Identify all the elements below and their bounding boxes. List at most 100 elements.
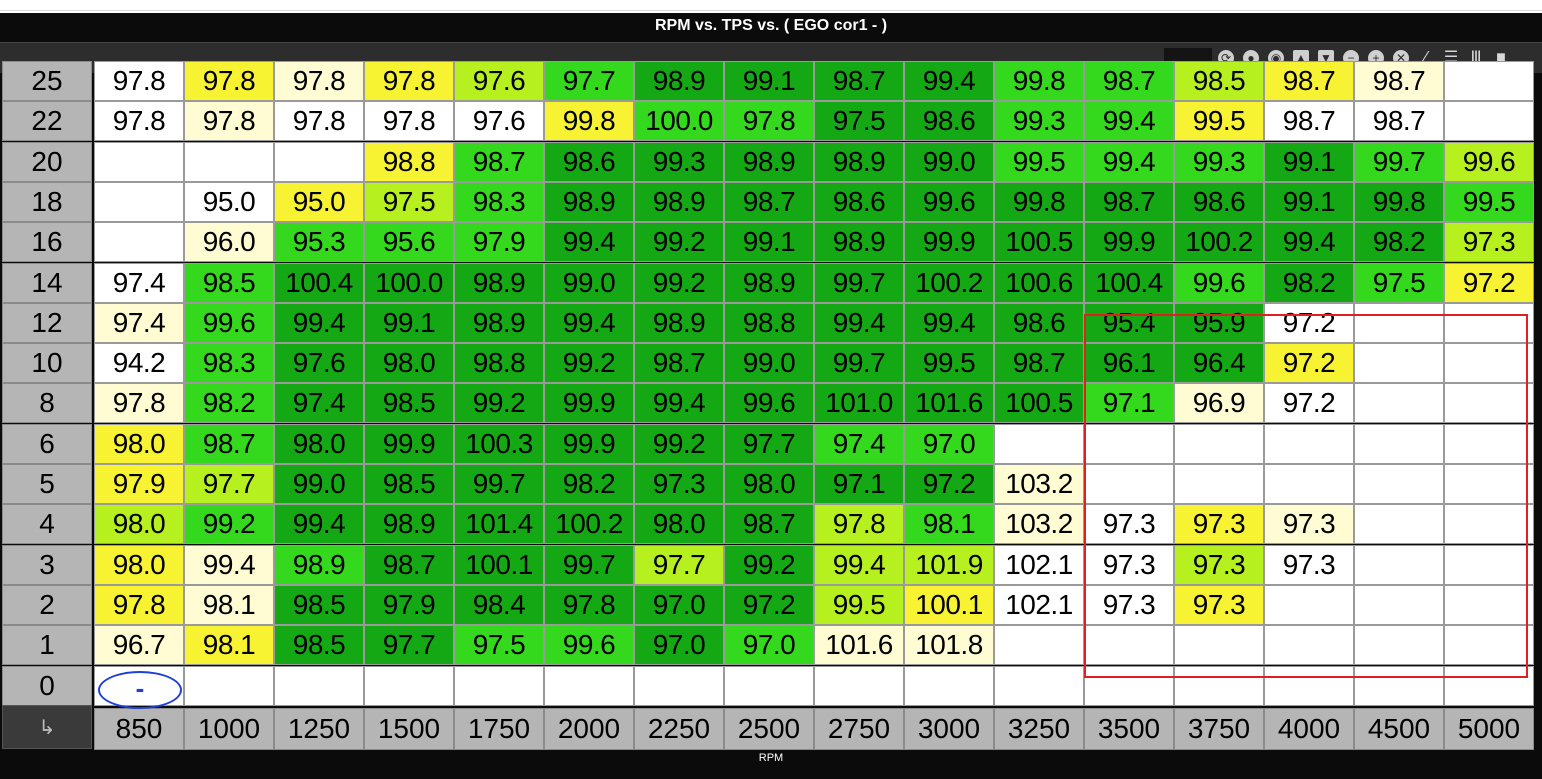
table-cell[interactable]: 99.5: [1174, 101, 1264, 142]
table-cell[interactable]: 97.2: [724, 584, 814, 625]
table-cell[interactable]: 99.4: [1264, 222, 1354, 263]
table-cell[interactable]: [1264, 665, 1354, 706]
table-cell[interactable]: [1354, 584, 1444, 625]
table-cell[interactable]: 98.8: [724, 302, 814, 343]
table-cell[interactable]: 97.6: [454, 101, 544, 142]
table-cell[interactable]: 99.4: [814, 302, 904, 343]
table-cell[interactable]: 98.0: [94, 544, 184, 585]
table-cell[interactable]: 99.8: [994, 181, 1084, 222]
table-cell[interactable]: 99.2: [184, 504, 274, 545]
table-cell[interactable]: 101.9: [904, 544, 994, 585]
table-cell[interactable]: 97.8: [184, 101, 274, 142]
table-cell[interactable]: 98.7: [634, 343, 724, 384]
table-cell[interactable]: 97.7: [364, 625, 454, 666]
table-cell[interactable]: 97.6: [454, 61, 544, 101]
table-cell[interactable]: 98.2: [1264, 262, 1354, 303]
table-cell[interactable]: 99.6: [904, 181, 994, 222]
table-cell[interactable]: 97.4: [814, 423, 904, 464]
table-cell[interactable]: 99.6: [1444, 141, 1534, 182]
table-cell[interactable]: 99.4: [814, 544, 904, 585]
table-cell[interactable]: [634, 665, 724, 706]
table-cell[interactable]: 98.9: [454, 262, 544, 303]
table-cell[interactable]: 98.2: [1354, 222, 1444, 263]
table-cell[interactable]: 98.5: [274, 625, 364, 666]
table-cell[interactable]: 98.7: [1354, 101, 1444, 142]
table-cell[interactable]: 98.0: [274, 423, 364, 464]
table-cell[interactable]: 99.4: [904, 61, 994, 101]
table-cell[interactable]: 98.9: [724, 262, 814, 303]
table-cell[interactable]: [184, 665, 274, 706]
table-cell[interactable]: 99.0: [544, 262, 634, 303]
table-cell[interactable]: [1084, 423, 1174, 464]
table-cell[interactable]: [1444, 343, 1534, 384]
table-cell[interactable]: [1444, 61, 1534, 101]
table-cell[interactable]: 97.5: [814, 101, 904, 142]
table-cell[interactable]: 101.6: [814, 625, 904, 666]
table-cell[interactable]: 99.0: [904, 141, 994, 182]
table-cell[interactable]: 97.8: [94, 101, 184, 142]
table-cell[interactable]: 99.1: [724, 222, 814, 263]
table-cell[interactable]: 97.4: [274, 383, 364, 424]
table-cell[interactable]: 97.9: [94, 464, 184, 504]
table-cell[interactable]: 97.9: [364, 584, 454, 625]
table-cell[interactable]: [1354, 343, 1444, 384]
table-cell[interactable]: [994, 625, 1084, 666]
table-cell[interactable]: 99.5: [994, 141, 1084, 182]
table-cell[interactable]: 96.7: [94, 625, 184, 666]
table-cell[interactable]: 99.7: [454, 464, 544, 504]
table-cell[interactable]: 99.1: [1264, 181, 1354, 222]
table-cell[interactable]: 98.7: [1264, 61, 1354, 101]
table-cell[interactable]: 99.6: [1174, 262, 1264, 303]
table-cell[interactable]: 100.4: [274, 262, 364, 303]
table-cell[interactable]: 99.0: [724, 343, 814, 384]
table-cell[interactable]: 98.9: [814, 141, 904, 182]
table-cell[interactable]: [814, 665, 904, 706]
table-cell[interactable]: [1444, 423, 1534, 464]
table-cell[interactable]: [1354, 544, 1444, 585]
table-cell[interactable]: [1264, 625, 1354, 666]
table-cell[interactable]: 99.4: [274, 302, 364, 343]
table-cell[interactable]: 98.7: [1354, 61, 1444, 101]
table-cell[interactable]: 97.2: [1264, 343, 1354, 384]
table-cell[interactable]: 99.6: [184, 302, 274, 343]
table-cell[interactable]: 100.4: [1084, 262, 1174, 303]
table-cell[interactable]: 102.1: [994, 544, 1084, 585]
table-cell[interactable]: [1444, 302, 1534, 343]
table-cell[interactable]: 98.5: [274, 584, 364, 625]
table-cell[interactable]: 97.2: [1264, 383, 1354, 424]
table-cell[interactable]: [274, 141, 364, 182]
table-cell[interactable]: 99.3: [634, 141, 724, 182]
table-cell[interactable]: 99.6: [544, 625, 634, 666]
table-cell[interactable]: 98.4: [454, 584, 544, 625]
table-cell[interactable]: [184, 141, 274, 182]
table-cell[interactable]: 97.8: [94, 61, 184, 101]
table-cell[interactable]: 98.6: [904, 101, 994, 142]
table-cell[interactable]: 99.8: [544, 101, 634, 142]
table-cell[interactable]: 100.1: [904, 584, 994, 625]
table-cell[interactable]: 98.1: [184, 625, 274, 666]
table-cell[interactable]: [94, 181, 184, 222]
table-cell[interactable]: 95.9: [1174, 302, 1264, 343]
table-cell[interactable]: 98.7: [1264, 101, 1354, 142]
table-cell[interactable]: [1264, 584, 1354, 625]
table-cell[interactable]: [1354, 625, 1444, 666]
table-cell[interactable]: 98.6: [544, 141, 634, 182]
table-cell[interactable]: 101.0: [814, 383, 904, 424]
table-cell[interactable]: 97.9: [454, 222, 544, 263]
table-cell[interactable]: [1354, 383, 1444, 424]
table-cell[interactable]: 97.5: [454, 625, 544, 666]
table-cell[interactable]: [94, 141, 184, 182]
table-cell[interactable]: 98.9: [454, 302, 544, 343]
table-cell[interactable]: 103.2: [994, 464, 1084, 504]
table-cell[interactable]: 99.0: [274, 464, 364, 504]
table-cell[interactable]: 98.6: [1174, 181, 1264, 222]
table-cell[interactable]: [904, 665, 994, 706]
table-cell[interactable]: 99.8: [994, 61, 1084, 101]
table-cell[interactable]: [1174, 423, 1264, 464]
table-cell[interactable]: 98.6: [994, 302, 1084, 343]
table-cell[interactable]: 96.9: [1174, 383, 1264, 424]
table-cell[interactable]: 99.2: [724, 544, 814, 585]
table-cell[interactable]: 97.5: [364, 181, 454, 222]
table-cell[interactable]: 99.3: [994, 101, 1084, 142]
table-cell[interactable]: 98.0: [94, 423, 184, 464]
